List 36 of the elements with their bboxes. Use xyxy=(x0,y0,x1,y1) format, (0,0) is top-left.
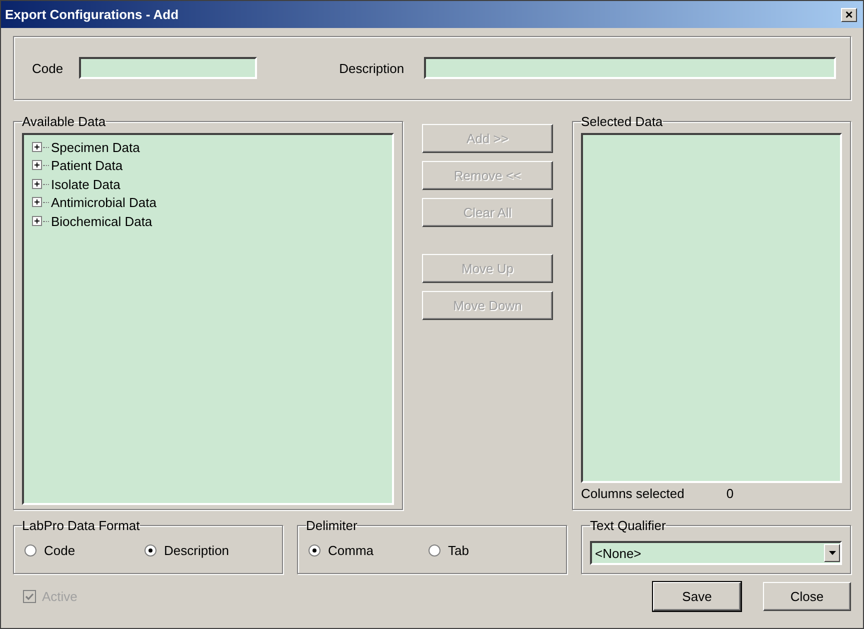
description-field[interactable] xyxy=(424,57,836,79)
count-label: Columns selected xyxy=(581,486,684,501)
radio-label[interactable]: Code xyxy=(44,543,76,558)
close-button[interactable]: × xyxy=(841,8,857,22)
code-field[interactable] xyxy=(79,57,258,79)
radio-label[interactable]: Comma xyxy=(328,543,374,558)
count-value: 0 xyxy=(726,486,734,501)
tree-view[interactable]: Specimen Data Patient Data Isolate Data Antimicrobial Data Biochemical Data xyxy=(22,133,394,505)
dropdown-arrow-icon xyxy=(828,550,836,556)
expand-icon[interactable] xyxy=(32,178,43,190)
tree-item[interactable]: Specimen Data xyxy=(51,140,140,155)
expand-icon[interactable] xyxy=(32,142,43,153)
expand-icon[interactable] xyxy=(32,197,43,208)
group-title: Text Qualifier xyxy=(590,518,666,533)
group-title: Delimiter xyxy=(306,518,358,533)
tree-item[interactable]: Isolate Data xyxy=(51,176,120,192)
tree-item[interactable]: Antimicrobial Data xyxy=(51,195,156,210)
tree-item[interactable]: Patient Data xyxy=(51,158,123,174)
qualifier-dropdown[interactable]: <None> xyxy=(590,541,842,565)
expand-icon[interactable] xyxy=(32,160,43,172)
expand-icon[interactable] xyxy=(32,216,43,227)
dialog-button[interactable]: Save xyxy=(653,582,741,611)
dialog-button[interactable]: Close xyxy=(763,582,851,611)
window-title: Export Configurations - Add xyxy=(5,7,179,22)
radio-button[interactable] xyxy=(24,544,37,557)
radio-button[interactable] xyxy=(144,544,157,557)
description-label: Description xyxy=(339,60,404,76)
group-title: LabPro Data Format xyxy=(22,518,140,533)
radio-label[interactable]: Description xyxy=(164,543,230,558)
radio-button[interactable] xyxy=(428,544,441,557)
group-title: Available Data xyxy=(22,114,106,129)
group-title: Selected Data xyxy=(581,114,663,129)
code-label: Code xyxy=(32,60,64,76)
radio-button[interactable] xyxy=(308,544,321,557)
tree-item[interactable]: Biochemical Data xyxy=(51,214,152,229)
radio-label[interactable]: Tab xyxy=(448,543,469,558)
